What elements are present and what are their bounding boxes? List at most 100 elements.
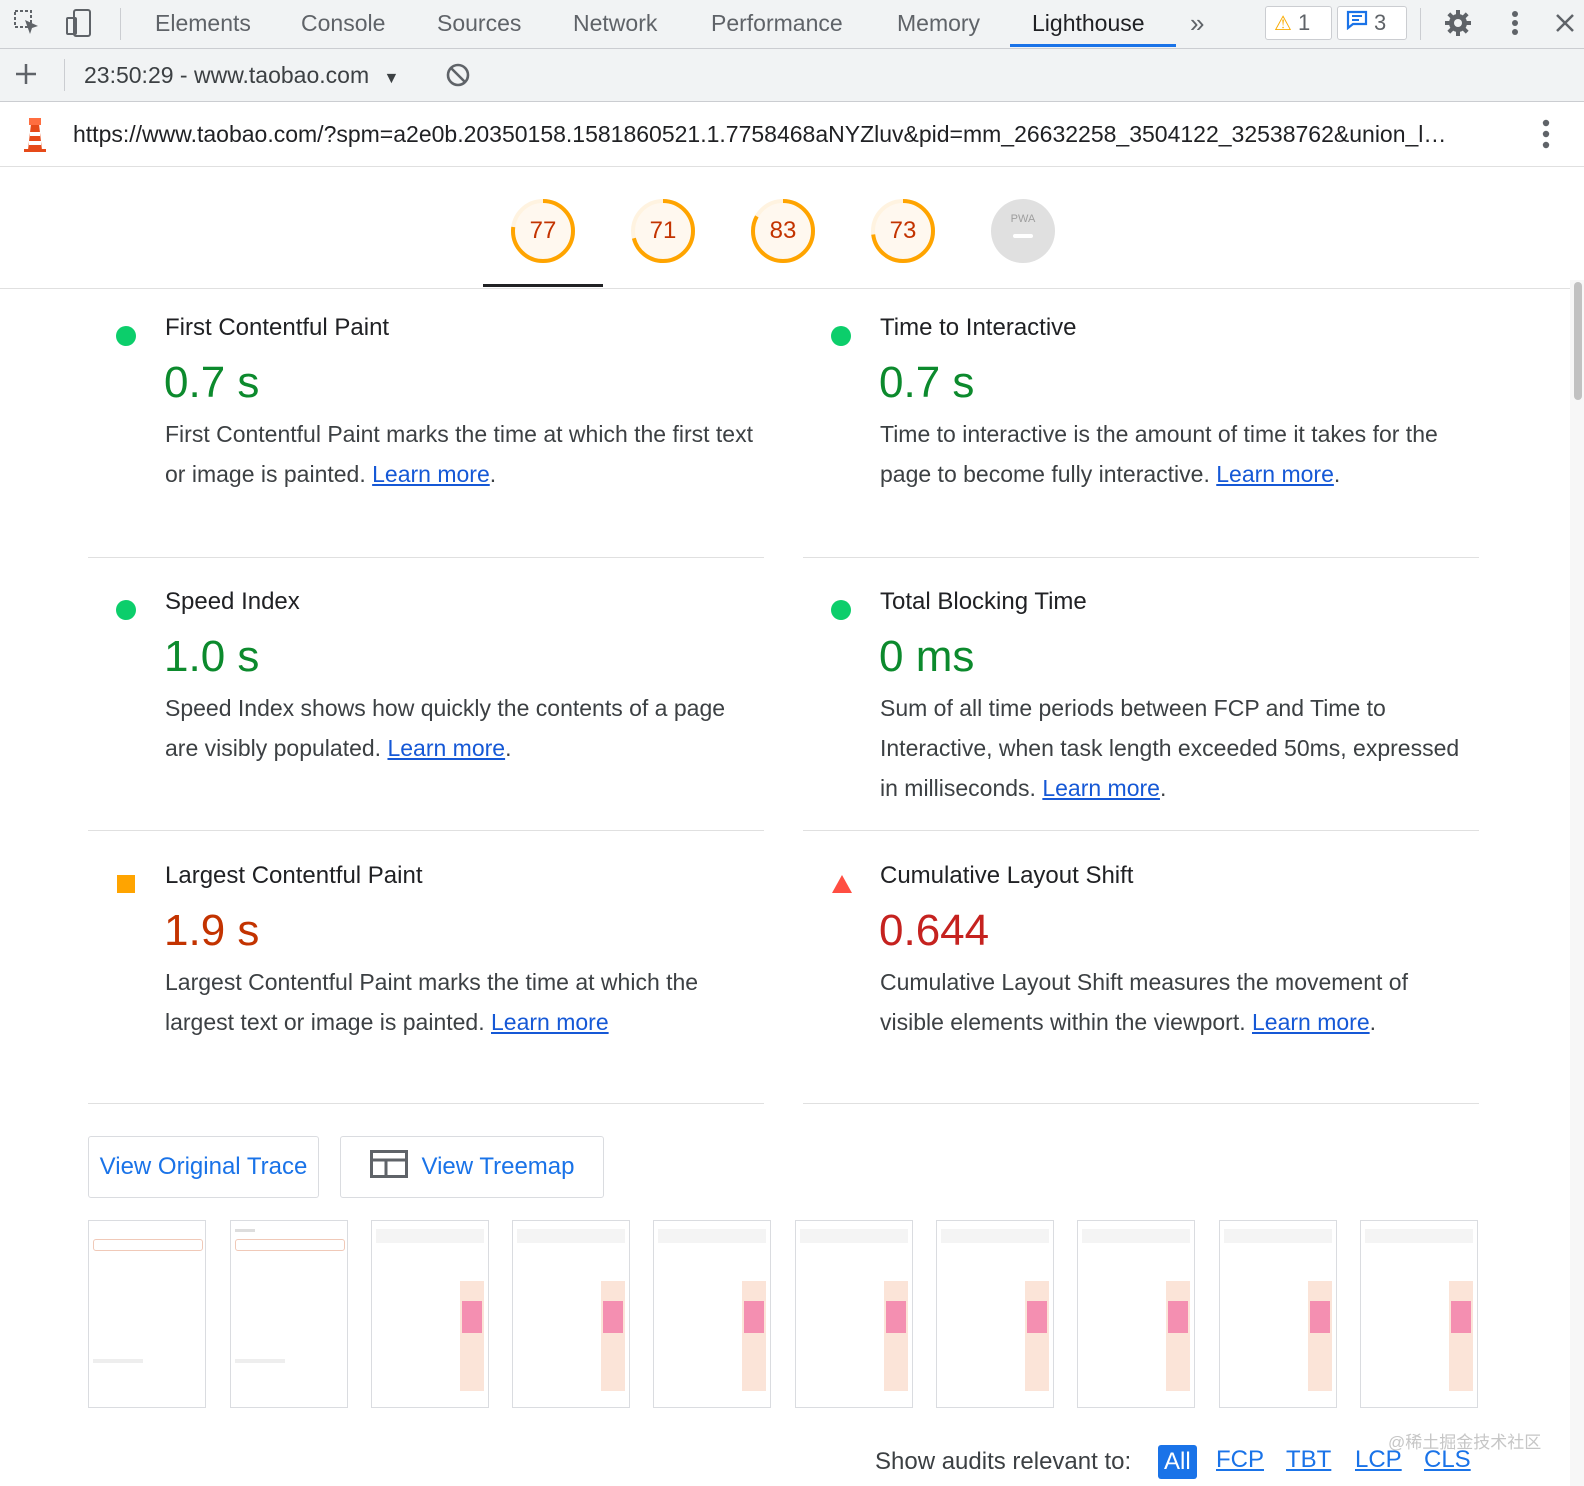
tab-memory[interactable]: Memory	[897, 0, 980, 48]
close-icon[interactable]	[1550, 8, 1580, 38]
learn-more-link[interactable]: Learn more	[1216, 461, 1334, 487]
divider	[88, 1103, 764, 1104]
tab-elements[interactable]: Elements	[155, 0, 251, 48]
average-square-icon	[116, 874, 136, 899]
selected-gauge-indicator	[483, 284, 603, 287]
double-chevron-right-icon[interactable]: »	[1190, 0, 1204, 48]
metric-value: 1.0 s	[164, 632, 260, 681]
filmstrip-frame	[936, 1220, 1054, 1408]
learn-more-link[interactable]: Learn more	[1042, 775, 1160, 801]
metric-value: 0 ms	[879, 632, 975, 681]
metric-tbt: Total Blocking Time 0 ms Sum of all time…	[803, 570, 1479, 830]
metric-title: Largest Contentful Paint	[165, 862, 423, 889]
filmstrip-frame	[512, 1220, 630, 1408]
metric-value: 0.644	[879, 906, 990, 955]
learn-more-link[interactable]: Learn more	[387, 735, 505, 761]
button-label: View Treemap	[421, 1153, 575, 1180]
metric-fcp: First Contentful Paint 0.7 s First Conte…	[88, 296, 764, 556]
gauge-seo[interactable]: 73	[870, 198, 936, 264]
category-gauges: 77 71 83 73 PWA	[0, 167, 1570, 289]
metric-description: Cumulative Layout Shift measures the mov…	[880, 969, 1408, 1035]
button-label: View Original Trace	[99, 1153, 308, 1180]
pass-dot-icon	[116, 326, 136, 351]
metric-title: First Contentful Paint	[165, 314, 390, 341]
messages-badge[interactable]: 3	[1337, 6, 1407, 40]
kebab-menu-icon[interactable]	[1500, 8, 1530, 38]
filmstrip-frame	[88, 1220, 206, 1408]
message-icon	[1346, 10, 1368, 36]
divider	[803, 830, 1479, 831]
tab-performance[interactable]: Performance	[711, 0, 843, 48]
toolbar-divider	[120, 8, 121, 40]
filter-tbt[interactable]: TBT	[1286, 1446, 1331, 1474]
tab-console[interactable]: Console	[301, 0, 385, 48]
treemap-icon	[369, 1149, 408, 1185]
gauge-performance[interactable]: 77	[510, 198, 576, 264]
inspect-element-icon[interactable]	[12, 8, 42, 38]
filmstrip-frame	[1219, 1220, 1337, 1408]
learn-more-link[interactable]: Learn more	[372, 461, 490, 487]
metric-title: Time to Interactive	[880, 314, 1077, 341]
metric-cls: Cumulative Layout Shift 0.644 Cumulative…	[803, 844, 1479, 1104]
tab-sources[interactable]: Sources	[437, 0, 521, 48]
gauge-accessibility[interactable]: 71	[630, 198, 696, 264]
toolbar-divider	[1420, 8, 1421, 40]
view-original-trace-button[interactable]: View Original Trace	[88, 1136, 319, 1198]
watermark: @稀土掘金技术社区	[1388, 1433, 1542, 1452]
learn-more-link[interactable]: Learn more	[1252, 1009, 1370, 1035]
url-bar: https://www.taobao.com/?spm=a2e0b.203501…	[0, 102, 1584, 167]
gear-icon[interactable]	[1443, 8, 1473, 38]
tab-network[interactable]: Network	[573, 0, 657, 48]
metric-tti: Time to Interactive 0.7 s Time to intera…	[803, 296, 1479, 556]
pass-dot-icon	[831, 326, 851, 351]
learn-more-link[interactable]: Learn more	[491, 1009, 609, 1035]
scrollbar-thumb[interactable]	[1574, 282, 1582, 400]
filmstrip-frame	[795, 1220, 913, 1408]
warnings-badge[interactable]: ⚠ 1	[1265, 6, 1332, 40]
pwa-label: PWA	[1011, 213, 1036, 225]
report-selector-bar: 23:50:29 - www.taobao.com ▼	[0, 49, 1584, 102]
report-select[interactable]: 23:50:29 - www.taobao.com ▼	[84, 49, 399, 101]
tab-lighthouse[interactable]: Lighthouse	[1032, 0, 1145, 48]
device-toolbar-icon[interactable]	[64, 8, 94, 38]
metric-lcp: Largest Contentful Paint 1.9 s Largest C…	[88, 844, 764, 1104]
filter-fcp[interactable]: FCP	[1216, 1446, 1264, 1474]
metric-title: Speed Index	[165, 588, 300, 615]
gauge-score: 73	[889, 217, 917, 244]
scrollbar-track[interactable]	[1570, 280, 1584, 1486]
metric-title: Total Blocking Time	[880, 588, 1087, 615]
divider	[803, 557, 1479, 558]
lighthouse-logo-icon	[22, 116, 48, 157]
divider	[88, 830, 764, 831]
clear-icon[interactable]	[445, 62, 471, 93]
divider	[803, 1103, 1479, 1104]
report-url: https://www.taobao.com/?spm=a2e0b.203501…	[73, 121, 1447, 147]
metric-title: Cumulative Layout Shift	[880, 862, 1134, 889]
gauge-score: 77	[529, 217, 557, 244]
warning-icon: ⚠	[1274, 12, 1292, 35]
toolbar-divider	[64, 59, 65, 91]
filter-all[interactable]: All	[1158, 1445, 1197, 1479]
view-treemap-button[interactable]: View Treemap	[340, 1136, 604, 1198]
gauge-score: 83	[769, 217, 797, 244]
pass-dot-icon	[116, 600, 136, 625]
metric-description: Time to interactive is the amount of tim…	[880, 421, 1438, 487]
filmstrip-frame	[653, 1220, 771, 1408]
metric-value: 0.7 s	[164, 358, 260, 407]
kebab-menu-icon[interactable]	[1542, 118, 1550, 155]
plus-icon[interactable]	[13, 61, 39, 92]
gauge-score: 71	[649, 217, 677, 244]
gauge-pwa[interactable]: PWA	[990, 198, 1056, 264]
messages-count: 3	[1374, 10, 1387, 35]
active-tab-indicator	[1010, 44, 1176, 47]
pass-dot-icon	[831, 600, 851, 625]
metric-description: Speed Index shows how quickly the conten…	[165, 695, 726, 761]
warnings-count: 1	[1297, 10, 1311, 35]
metric-description: Sum of all time periods between FCP and …	[880, 695, 1460, 801]
dropdown-arrow-icon: ▼	[383, 70, 400, 87]
filmstrip-frame	[1360, 1220, 1478, 1408]
metric-value: 1.9 s	[164, 906, 260, 955]
filmstrip-frame	[230, 1220, 348, 1408]
metric-description: Largest Contentful Paint marks the time …	[165, 969, 699, 1035]
gauge-best-practices[interactable]: 83	[750, 198, 816, 264]
